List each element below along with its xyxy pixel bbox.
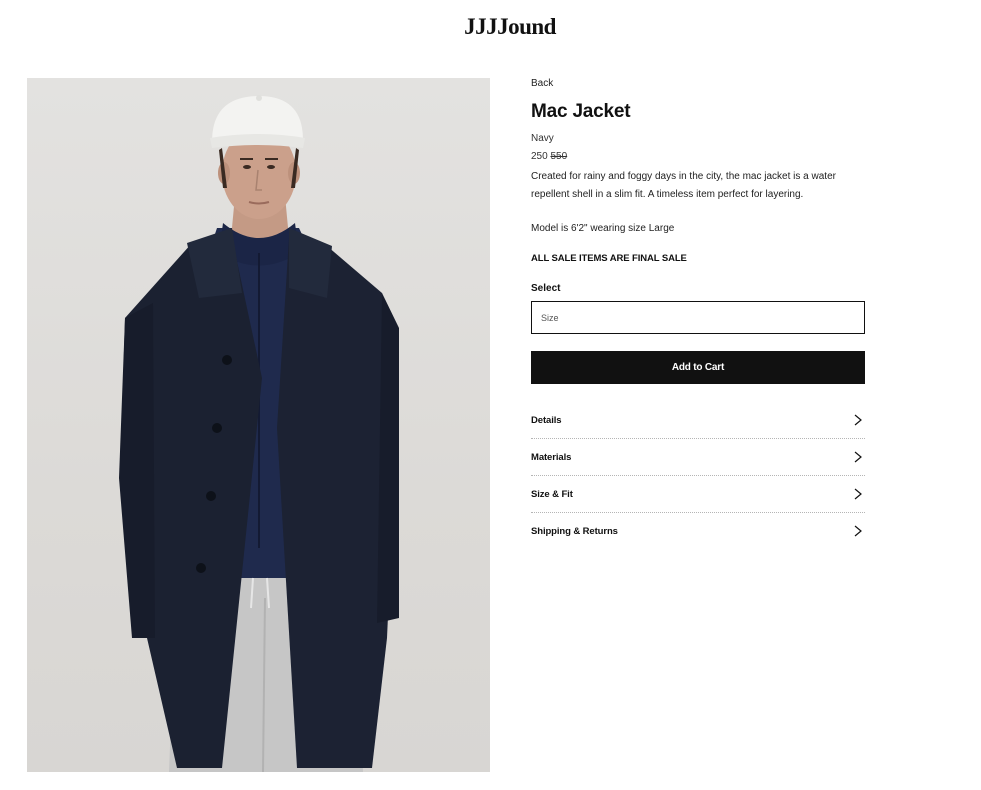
select-label: Select <box>531 283 561 294</box>
sale-price: 250 <box>531 151 548 162</box>
accordion-label: Shipping & Returns <box>531 525 618 537</box>
accordion-materials[interactable]: Materials <box>531 439 865 476</box>
product-info: Back Mac Jacket Navy 250 550 Created for… <box>531 78 865 549</box>
accordion-label: Details <box>531 414 562 426</box>
chevron-right-icon <box>854 488 862 500</box>
accordion-shipping-returns[interactable]: Shipping & Returns <box>531 513 865 549</box>
product-image <box>27 78 490 772</box>
original-price: 550 <box>550 151 568 162</box>
chevron-right-icon <box>854 414 862 426</box>
model-note: Model is 6'2" wearing size Large <box>531 223 675 234</box>
brand-logo[interactable]: JJJJound <box>0 14 981 40</box>
accordion-details[interactable]: Details <box>531 402 865 439</box>
accordion-label: Materials <box>531 451 572 463</box>
add-to-cart-button[interactable]: Add to Cart <box>531 351 865 384</box>
back-link[interactable]: Back <box>531 78 865 89</box>
product-description: Created for rainy and foggy days in the … <box>531 171 836 200</box>
product-color: Navy <box>531 133 554 144</box>
size-select[interactable]: Size <box>531 301 865 334</box>
product-title: Mac Jacket <box>531 101 631 122</box>
final-sale-notice: ALL SALE ITEMS ARE FINAL SALE <box>531 253 687 264</box>
accordion-label: Size & Fit <box>531 488 573 500</box>
product-price: 250 550 <box>531 151 865 162</box>
size-select-placeholder: Size <box>541 312 559 323</box>
accordion-size-fit[interactable]: Size & Fit <box>531 476 865 513</box>
chevron-right-icon <box>854 525 862 537</box>
product-accordion: Details Materials Size & Fit Shipping & … <box>531 402 865 549</box>
chevron-right-icon <box>854 451 862 463</box>
